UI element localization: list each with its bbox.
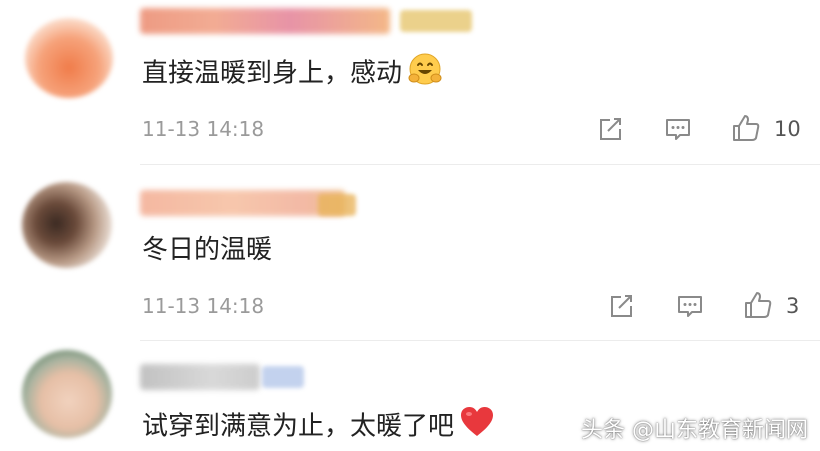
comment-time: 11-13 14:18 (142, 294, 265, 318)
share-icon[interactable] (606, 291, 636, 321)
comment-item: 直接温暖到身上，感动 11-13 14:18 10 (0, 0, 820, 165)
divider (140, 340, 820, 341)
smiling-face-with-hands-emoji-icon (408, 52, 442, 96)
avatar[interactable] (22, 182, 112, 268)
comment-icon[interactable] (675, 291, 705, 321)
comment-text: 直接温暖到身上，感动 (142, 52, 442, 96)
like-count: 3 (786, 294, 800, 318)
share-icon[interactable] (595, 114, 625, 144)
user-badge (318, 194, 356, 216)
avatar[interactable] (25, 18, 113, 98)
user-badge (262, 366, 304, 388)
avatar[interactable] (22, 350, 112, 438)
comment-icon[interactable] (663, 114, 693, 144)
comment-text: 冬日的温暖 (142, 235, 273, 265)
comment-time: 11-13 14:18 (142, 117, 265, 141)
comment-text: 试穿到满意为止，太暖了吧 (142, 406, 494, 448)
like-count: 10 (774, 117, 801, 141)
username-blurred[interactable] (140, 8, 390, 34)
user-badge (400, 10, 472, 32)
red-heart-emoji-icon (460, 406, 494, 448)
username-blurred[interactable] (140, 190, 345, 216)
comment-item: 冬日的温暖 11-13 14:18 3 (0, 166, 820, 341)
like-thumb-icon[interactable] (730, 112, 760, 142)
divider (140, 164, 820, 165)
username-blurred[interactable] (140, 364, 260, 390)
watermark: 头条 @山东教育新闻网 (581, 418, 808, 443)
like-thumb-icon[interactable] (742, 289, 772, 319)
